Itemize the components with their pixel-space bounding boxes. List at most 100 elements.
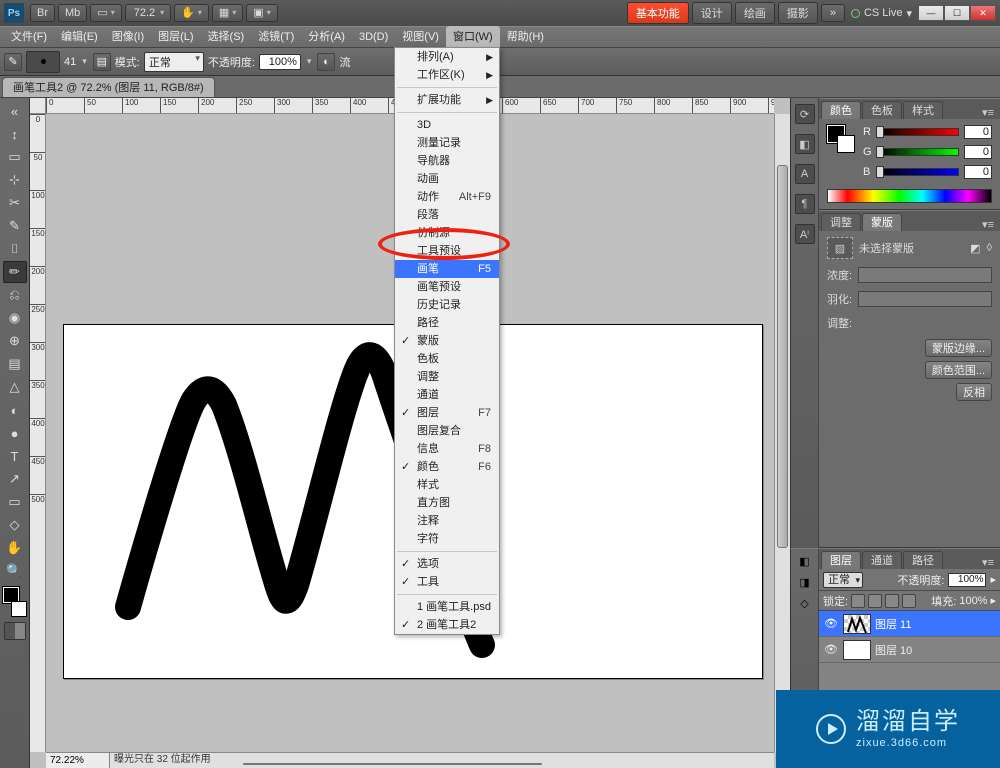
toolbox-expand[interactable]: « bbox=[3, 100, 27, 122]
panel-menu-icon[interactable]: ▾≡ bbox=[976, 218, 1000, 231]
menuitem-动作[interactable]: 动作Alt+F9 bbox=[395, 188, 499, 206]
menuitem-样式[interactable]: 样式 bbox=[395, 476, 499, 494]
color-range-button[interactable]: 颜色范围... bbox=[925, 361, 992, 379]
add-vector-mask-icon[interactable]: ◊ bbox=[987, 242, 992, 254]
lock-all-icon[interactable] bbox=[902, 594, 916, 608]
tool-7[interactable]: ⎌ bbox=[3, 284, 27, 306]
tool-10[interactable]: ▤ bbox=[3, 353, 27, 375]
menu-9[interactable]: 窗口(W) bbox=[446, 26, 500, 48]
menuitem-图层复合[interactable]: 图层复合 bbox=[395, 422, 499, 440]
visibility-icon[interactable]: 👁 bbox=[823, 617, 839, 630]
lock-position-icon[interactable] bbox=[885, 594, 899, 608]
menuitem-画笔[interactable]: 画笔F5 bbox=[395, 260, 499, 278]
brush-preview[interactable] bbox=[26, 51, 60, 73]
menuitem-1 画笔工具.psd[interactable]: 1 画笔工具.psd bbox=[395, 598, 499, 616]
tool-19[interactable]: 🔍 bbox=[3, 560, 27, 582]
hand-button[interactable]: ✋▾ bbox=[174, 4, 209, 22]
layers-tab[interactable]: 图层 bbox=[821, 551, 861, 569]
pressure-opacity-icon[interactable]: ◐ bbox=[317, 53, 335, 71]
menuitem-段落[interactable]: 段落 bbox=[395, 206, 499, 224]
adjustments-tab[interactable]: 调整 bbox=[821, 213, 861, 231]
window-minimize[interactable]: — bbox=[918, 5, 944, 21]
screenmode-button[interactable]: ▣▾ bbox=[246, 4, 277, 22]
tool-1[interactable]: ▭ bbox=[3, 146, 27, 168]
color-picker[interactable] bbox=[3, 587, 27, 617]
arrange-button[interactable]: ▦▾ bbox=[212, 4, 243, 22]
menuitem-历史记录[interactable]: 历史记录 bbox=[395, 296, 499, 314]
menuitem-3D[interactable]: 3D bbox=[395, 116, 499, 134]
masks-tab[interactable]: 蒙版 bbox=[862, 213, 902, 231]
minibridge-button[interactable]: Mb bbox=[58, 4, 87, 22]
panel-menu-icon[interactable]: ▾≡ bbox=[976, 556, 1000, 569]
tool-6[interactable]: ✏ bbox=[3, 261, 27, 283]
menuitem-信息[interactable]: 信息F8 bbox=[395, 440, 499, 458]
cs-live[interactable]: CS Live▾ bbox=[851, 7, 912, 20]
menuitem-颜色[interactable]: 颜色F6✓ bbox=[395, 458, 499, 476]
zoom-dropdown[interactable]: 72.2▾ bbox=[125, 4, 171, 22]
dock-char-icon[interactable]: A bbox=[795, 164, 815, 184]
menu-4[interactable]: 选择(S) bbox=[201, 26, 252, 48]
tool-17[interactable]: ◇ bbox=[3, 514, 27, 536]
tool-2[interactable]: ⊹ bbox=[3, 169, 27, 191]
tool-16[interactable]: ▭ bbox=[3, 491, 27, 513]
menu-0[interactable]: 文件(F) bbox=[4, 26, 54, 48]
tool-8[interactable]: ◉ bbox=[3, 307, 27, 329]
menu-10[interactable]: 帮助(H) bbox=[500, 26, 551, 48]
menuitem-直方图[interactable]: 直方图 bbox=[395, 494, 499, 512]
tool-5[interactable]: ⌷ bbox=[3, 238, 27, 260]
workspace-design[interactable]: 设计 bbox=[692, 2, 732, 24]
document-tab[interactable]: 画笔工具2 @ 72.2% (图层 11, RGB/8#) bbox=[2, 77, 215, 97]
lock-pixels-icon[interactable] bbox=[868, 594, 882, 608]
quickmask-toggle[interactable] bbox=[4, 622, 26, 640]
dock-swatches-icon[interactable]: ◧ bbox=[795, 134, 815, 154]
tool-3[interactable]: ✂ bbox=[3, 192, 27, 214]
brush-panel-toggle[interactable]: ▤ bbox=[93, 53, 111, 71]
add-pixel-mask-icon[interactable]: ◩ bbox=[970, 242, 980, 255]
dock-history-icon[interactable]: ⟳ bbox=[795, 104, 815, 124]
menuitem-画笔预设[interactable]: 画笔预设 bbox=[395, 278, 499, 296]
opacity-field[interactable]: 100% bbox=[259, 54, 301, 70]
menu-8[interactable]: 视图(V) bbox=[395, 26, 446, 48]
density-field[interactable] bbox=[858, 267, 992, 283]
scrollbar-vertical[interactable] bbox=[774, 114, 790, 752]
swatches-tab[interactable]: 色板 bbox=[862, 101, 902, 119]
b-slider[interactable] bbox=[878, 168, 959, 176]
g-value[interactable]: 0 bbox=[964, 145, 992, 159]
zoom-readout[interactable]: 72.22% bbox=[46, 753, 110, 768]
ruler-vertical[interactable]: 050100150200250300350400450500 bbox=[30, 114, 46, 752]
dock-channels-icon[interactable]: ◨ bbox=[799, 576, 809, 589]
menu-5[interactable]: 滤镜(T) bbox=[251, 26, 301, 48]
menu-1[interactable]: 编辑(E) bbox=[54, 26, 105, 48]
menuitem-工具预设[interactable]: 工具预设 bbox=[395, 242, 499, 260]
menuitem-测量记录[interactable]: 测量记录 bbox=[395, 134, 499, 152]
tool-18[interactable]: ✋ bbox=[3, 537, 27, 559]
lock-transparency-icon[interactable] bbox=[851, 594, 865, 608]
tool-9[interactable]: ⊕ bbox=[3, 330, 27, 352]
panel-menu-icon[interactable]: ▾≡ bbox=[976, 106, 1000, 119]
menuitem-仿制源[interactable]: 仿制源 bbox=[395, 224, 499, 242]
tool-preset-icon[interactable]: ✎ bbox=[4, 53, 22, 71]
g-slider[interactable] bbox=[878, 148, 959, 156]
layer-row[interactable]: 👁图层 11 bbox=[819, 611, 1000, 637]
color-spectrum[interactable] bbox=[827, 189, 992, 203]
bridge-button[interactable]: Br bbox=[30, 4, 55, 22]
tool-0[interactable]: ↕ bbox=[3, 123, 27, 145]
ruler-origin[interactable] bbox=[30, 98, 46, 114]
menuitem-通道[interactable]: 通道 bbox=[395, 386, 499, 404]
b-value[interactable]: 0 bbox=[964, 165, 992, 179]
blend-mode-select[interactable]: 正常 bbox=[144, 52, 204, 72]
layer-opacity-field[interactable]: 100% bbox=[948, 573, 986, 587]
window-close[interactable]: ✕ bbox=[970, 5, 996, 21]
mask-edge-button[interactable]: 蒙版边缘... bbox=[925, 339, 992, 357]
viewmode-button[interactable]: ▭▾ bbox=[90, 4, 121, 22]
blendmode-select[interactable]: 正常 bbox=[823, 572, 863, 588]
tool-15[interactable]: ↗ bbox=[3, 468, 27, 490]
workspace-essentials[interactable]: 基本功能 bbox=[627, 2, 689, 24]
menuitem-注释[interactable]: 注释 bbox=[395, 512, 499, 530]
dock-layers-icon[interactable]: ◧ bbox=[799, 555, 809, 568]
color-tab[interactable]: 颜色 bbox=[821, 101, 861, 119]
tool-13[interactable]: ● bbox=[3, 422, 27, 444]
menuitem-蒙版[interactable]: 蒙版✓ bbox=[395, 332, 499, 350]
dock-para-icon[interactable]: ¶ bbox=[795, 194, 815, 214]
menuitem-工作区(K)[interactable]: 工作区(K)▶ bbox=[395, 66, 499, 84]
